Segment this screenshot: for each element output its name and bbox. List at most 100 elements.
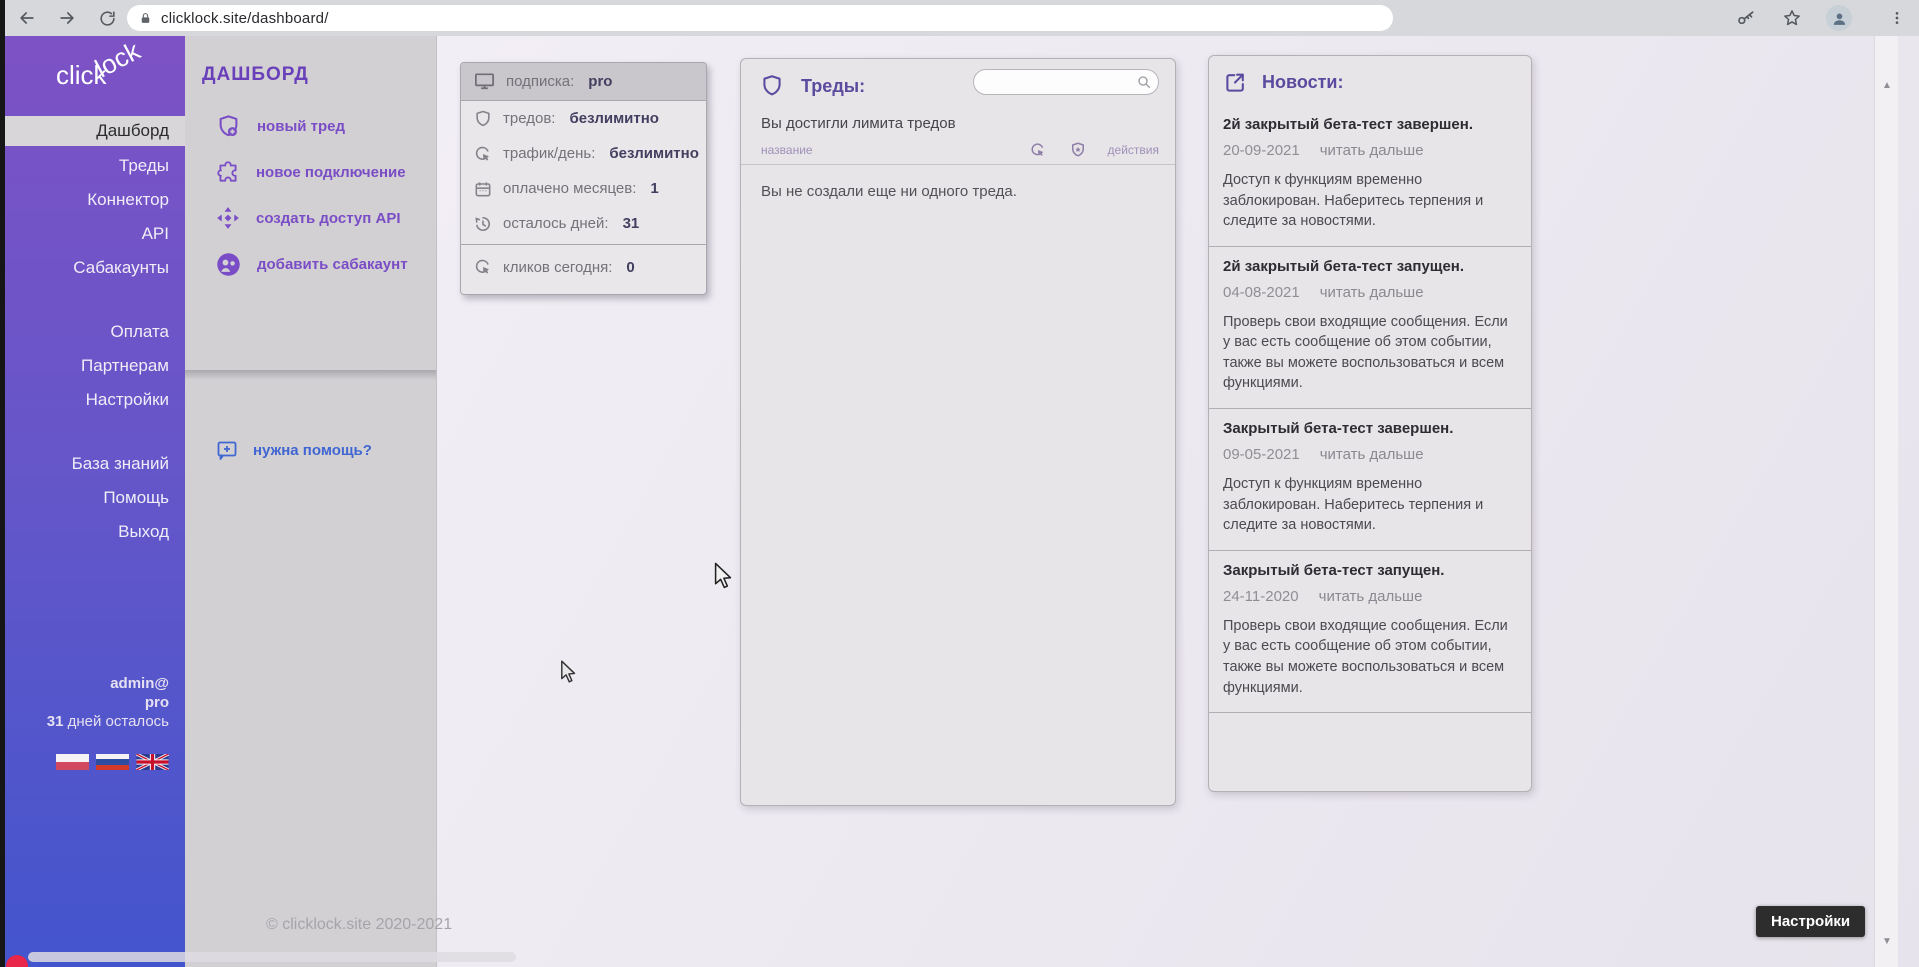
news-panel: Новости: 2й закрытый бета-тест завершен.… bbox=[1208, 55, 1532, 792]
browser-toolbar: clicklock.site/dashboard/ bbox=[0, 0, 1919, 36]
news-item-title: 2й закрытый бета-тест завершен. bbox=[1223, 116, 1517, 133]
add-subaccount-button[interactable]: добавить сабакаунт bbox=[185, 246, 436, 282]
browser-back-icon[interactable] bbox=[14, 5, 40, 31]
news-item-title: Закрытый бета-тест запущен. bbox=[1223, 562, 1517, 579]
language-switcher bbox=[56, 754, 169, 770]
url-text: clicklock.site/dashboard/ bbox=[161, 10, 329, 27]
news-item: Закрытый бета-тест запущен. 24-11-2020 ч… bbox=[1209, 551, 1531, 713]
sidebar-item-logout[interactable]: Выход bbox=[118, 520, 169, 544]
profile-avatar[interactable] bbox=[1826, 5, 1852, 31]
news-panel-header: Новости: bbox=[1209, 56, 1531, 105]
news-item: Закрытый бета-тест завершен. 09-05-2021 … bbox=[1209, 409, 1531, 551]
monitor-icon bbox=[473, 70, 496, 93]
browser-menu-icon[interactable] bbox=[1884, 5, 1910, 31]
people-icon bbox=[215, 251, 242, 278]
create-api-access-button[interactable]: создать доступ API bbox=[185, 200, 436, 236]
subscription-row-threads: тредов:безлимитно bbox=[461, 101, 706, 136]
clicklock-logo: clicklock bbox=[56, 60, 153, 91]
threads-panel-header: Треды: bbox=[759, 73, 865, 99]
password-key-icon[interactable] bbox=[1733, 5, 1759, 31]
sidebar-item-knowledge-base[interactable]: База знаний bbox=[72, 452, 169, 476]
threads-search bbox=[973, 69, 1159, 95]
threads-title: Треды: bbox=[801, 76, 865, 97]
threads-limit-message: Вы достигли лимита тредов bbox=[761, 115, 956, 132]
clicks-column-icon bbox=[1029, 141, 1047, 164]
flag-russia-icon[interactable] bbox=[96, 754, 129, 770]
sidebar-item-subaccounts[interactable]: Сабакаунты bbox=[73, 256, 169, 280]
sidebar: clicklock Дашборд Треды Коннектор API Са… bbox=[0, 36, 185, 967]
sidebar-item-partners[interactable]: Партнерам bbox=[81, 354, 169, 378]
flag-poland-icon[interactable] bbox=[56, 754, 89, 770]
threads-panel: Треды: Вы достигли лимита тредов названи… bbox=[740, 58, 1176, 806]
settings-tooltip: Настройки bbox=[1756, 906, 1865, 937]
chat-plus-icon bbox=[215, 438, 239, 462]
news-item-title: Закрытый бета-тест завершен. bbox=[1223, 420, 1517, 437]
news-item-title: 2й закрытый бета-тест запущен. bbox=[1223, 258, 1517, 275]
news-title: Новости: bbox=[1262, 72, 1343, 93]
browser-forward-icon[interactable] bbox=[54, 5, 80, 31]
new-thread-button[interactable]: новый тред bbox=[185, 108, 436, 144]
user-days-left: 31 дней осталось bbox=[47, 712, 169, 731]
address-bar[interactable]: clicklock.site/dashboard/ bbox=[127, 5, 1393, 31]
subscription-card: подписка:pro тредов:безлимитно трафик/де… bbox=[460, 62, 707, 295]
main-content: подписка:pro тредов:безлимитно трафик/де… bbox=[437, 36, 1919, 967]
read-more-link[interactable]: читать дальше bbox=[1320, 446, 1424, 463]
news-item: 2й закрытый бета-тест запущен. 04-08-202… bbox=[1209, 247, 1531, 409]
news-item: 2й закрытый бета-тест завершен. 20-09-20… bbox=[1209, 105, 1531, 247]
copyright-text: © clicklock.site 2020-2021 bbox=[266, 916, 452, 934]
subscription-row-traffic: трафик/день:безлимитно bbox=[461, 136, 706, 171]
sidebar-item-settings[interactable]: Настройки bbox=[86, 388, 169, 412]
sidebar-item-api[interactable]: API bbox=[142, 222, 169, 246]
column-name-label: название bbox=[761, 143, 813, 157]
recording-indicator-dot bbox=[6, 955, 28, 967]
click-icon bbox=[473, 144, 493, 164]
sidebar-item-help[interactable]: Помощь bbox=[103, 486, 169, 510]
move-arrows-icon bbox=[215, 205, 241, 231]
click-icon bbox=[473, 257, 493, 277]
sidebar-item-threads[interactable]: Треды bbox=[119, 154, 169, 178]
search-icon bbox=[1136, 74, 1152, 95]
flag-uk-icon[interactable] bbox=[136, 754, 169, 770]
browser-reload-icon[interactable] bbox=[94, 5, 120, 31]
read-more-link[interactable]: читать дальше bbox=[1319, 588, 1423, 605]
puzzle-icon bbox=[215, 159, 241, 185]
subscription-header: подписка:pro bbox=[461, 63, 706, 101]
vertical-scrollbar[interactable]: ▲ ▼ bbox=[1874, 36, 1898, 967]
read-more-link[interactable]: читать дальше bbox=[1320, 142, 1424, 159]
shield-plus-icon bbox=[215, 113, 242, 140]
sidebar-item-dashboard[interactable]: Дашборд bbox=[0, 116, 185, 146]
calendar-icon bbox=[473, 179, 493, 199]
user-info: admin@ pro 31 дней осталось bbox=[47, 674, 169, 731]
threads-empty-message: Вы не создали еще ни одного треда. bbox=[761, 183, 1017, 200]
mouse-cursor-secondary bbox=[560, 660, 578, 689]
threads-table-header: название действия bbox=[741, 141, 1175, 165]
news-item-body: Проверь свои входящие сообщения. Если у … bbox=[1223, 616, 1517, 698]
column-actions-label: действия bbox=[1108, 143, 1159, 157]
dashboard-actions-panel: ДАШБОРД новый тред новое подключение соз… bbox=[185, 36, 437, 967]
news-item-body: Проверь свои входящие сообщения. Если у … bbox=[1223, 312, 1517, 394]
news-item-date: 20-09-2021 bbox=[1223, 142, 1300, 159]
subscription-row-days-left: осталось дней:31 bbox=[461, 206, 706, 241]
subscription-row-months: оплачено месяцев:1 bbox=[461, 171, 706, 206]
sidebar-item-payment[interactable]: Оплата bbox=[111, 320, 169, 344]
lock-icon bbox=[139, 11, 152, 26]
user-plan: pro bbox=[47, 693, 169, 712]
sidebar-item-connector[interactable]: Коннектор bbox=[87, 188, 169, 212]
need-help-link[interactable]: нужна помощь? bbox=[215, 438, 372, 462]
news-item-date: 04-08-2021 bbox=[1223, 284, 1300, 301]
read-more-link[interactable]: читать дальше bbox=[1320, 284, 1424, 301]
scroll-down-icon[interactable]: ▼ bbox=[1875, 932, 1899, 950]
panel-bottom-shadow bbox=[185, 370, 436, 380]
new-connection-button[interactable]: новое подключение bbox=[185, 154, 436, 190]
bookmark-star-icon[interactable] bbox=[1779, 5, 1805, 31]
news-item-date: 09-05-2021 bbox=[1223, 446, 1300, 463]
shield-star-column-icon bbox=[1069, 141, 1087, 164]
threads-search-input[interactable] bbox=[973, 69, 1159, 95]
scroll-up-icon[interactable]: ▲ bbox=[1875, 76, 1899, 94]
clock-icon bbox=[473, 214, 493, 234]
shield-icon bbox=[759, 73, 785, 99]
news-item-body: Доступ к функциям временно заблокирован.… bbox=[1223, 170, 1517, 232]
horizontal-scrollbar-thumb[interactable] bbox=[28, 952, 516, 962]
page-title: ДАШБОРД bbox=[202, 64, 309, 86]
user-email: admin@ bbox=[47, 674, 169, 693]
